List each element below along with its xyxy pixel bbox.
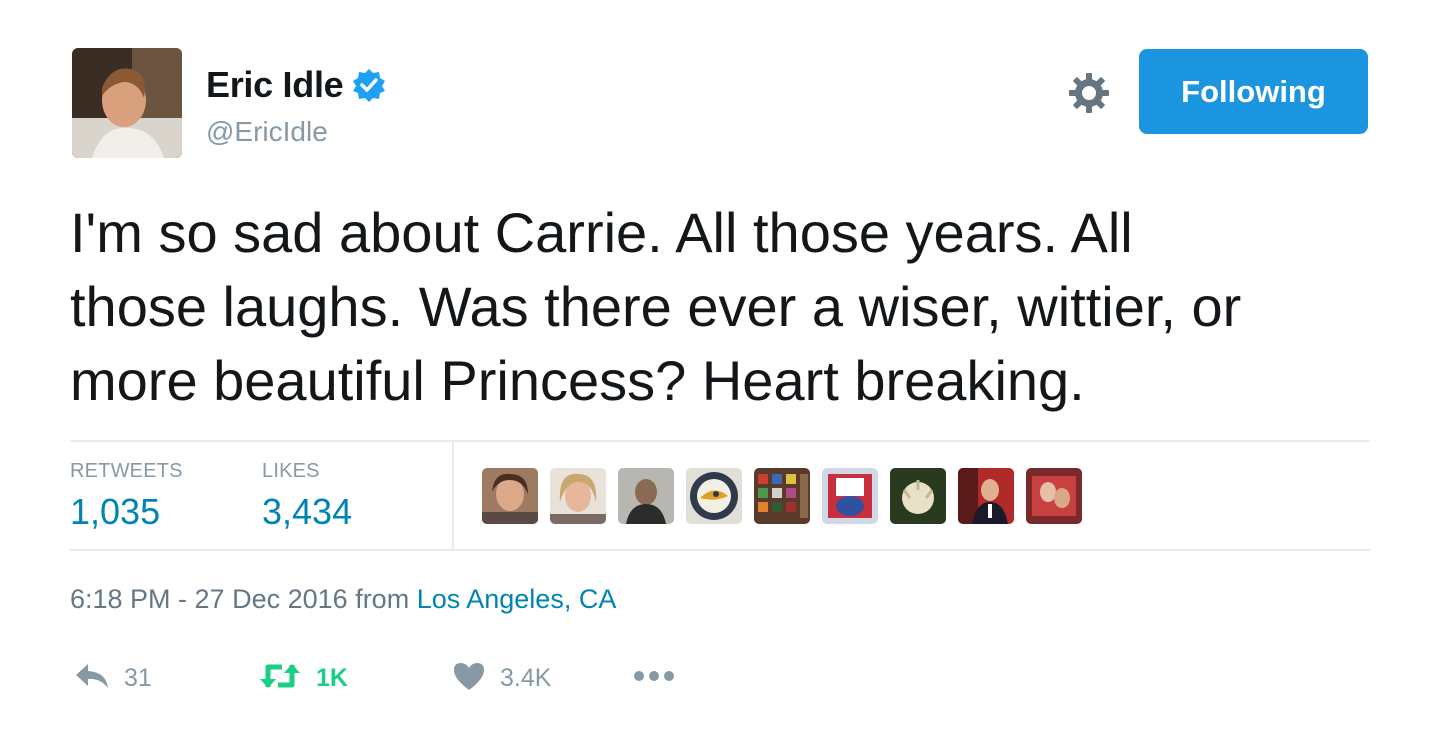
author-display-name[interactable]: Eric Idle [206,64,344,106]
liker-avatar[interactable] [686,468,742,524]
retweet-button[interactable]: 1K [258,658,348,698]
author-handle[interactable]: @EricIdle [206,116,328,148]
reply-button[interactable]: 31 [74,658,152,698]
more-dots-icon [632,669,676,688]
liker-avatar[interactable] [550,468,606,524]
liker-avatar[interactable] [1026,468,1082,524]
stats-bottom-divider [70,549,1370,551]
more-button[interactable] [632,658,676,698]
retweets-value[interactable]: 1,035 [70,491,183,533]
liker-avatar[interactable] [618,468,674,524]
likes-stat[interactable]: LIKES 3,434 [262,460,352,533]
retweet-icon [258,661,302,696]
verified-badge-icon [351,67,387,103]
liker-avatar[interactable] [754,468,810,524]
gear-icon[interactable] [1066,70,1112,116]
liker-avatar[interactable] [482,468,538,524]
likers-avatars [482,468,1082,524]
liker-avatar[interactable] [890,468,946,524]
retweets-stat[interactable]: RETWEETS 1,035 [70,460,183,533]
author-avatar[interactable] [72,48,182,158]
retweets-label: RETWEETS [70,460,183,482]
tweet-location-link[interactable]: Los Angeles, CA [417,584,617,614]
likes-label: LIKES [262,460,320,482]
like-count: 3.4K [500,663,552,692]
reply-icon [74,661,110,696]
tweet-text: I'm so sad about Carrie. All those years… [70,201,1242,412]
stats-vertical-divider [452,441,454,549]
tweet-timestamp[interactable]: 6:18 PM - 27 Dec 2016 [70,584,348,614]
author-name-row[interactable]: Eric Idle [206,64,387,106]
from-word: from [355,584,410,614]
likes-value[interactable]: 3,434 [262,491,352,533]
like-button[interactable]: 3.4K [452,658,551,698]
stats-top-divider [70,440,1370,442]
liker-avatar[interactable] [958,468,1014,524]
retweet-count: 1K [316,663,348,692]
liker-avatar[interactable] [822,468,878,524]
reply-count: 31 [124,663,152,692]
heart-icon [452,661,486,696]
following-button[interactable]: Following [1139,49,1368,134]
tweet-meta: 6:18 PM - 27 Dec 2016 from Los Angeles, … [70,584,616,615]
